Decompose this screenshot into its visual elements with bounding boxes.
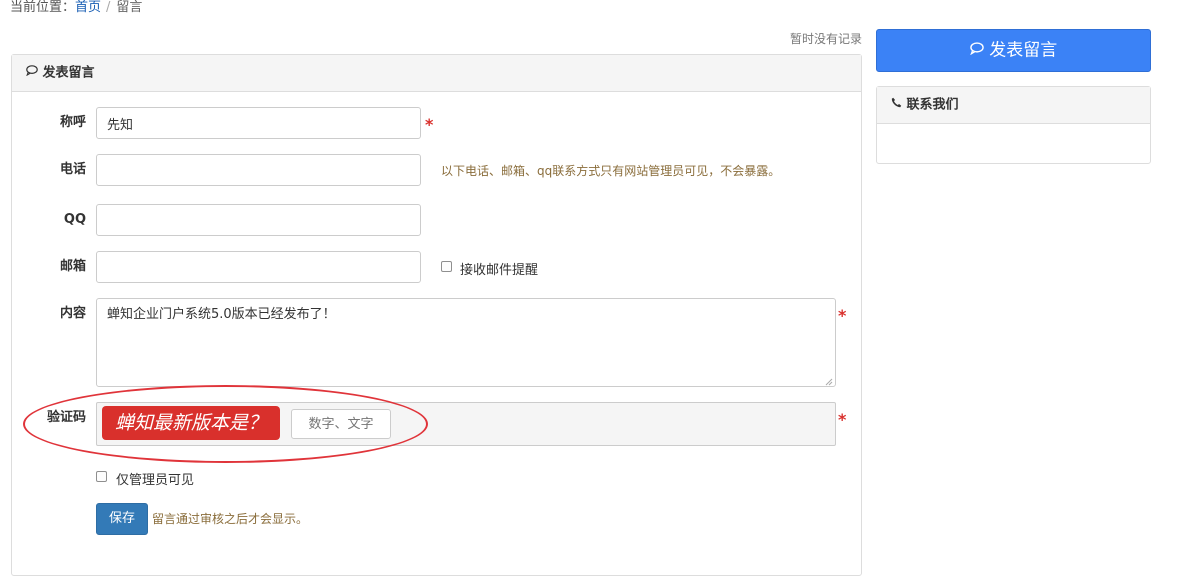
phone-icon <box>891 87 902 123</box>
empty-list-text: 暂时没有记录 <box>789 32 862 46</box>
post-message-label: 发表留言 <box>989 40 1058 61</box>
breadcrumb: 当前位置：首页 / 留言 <box>10 0 142 16</box>
content-required-mark: * <box>838 306 847 325</box>
email-input[interactable] <box>96 251 421 283</box>
name-required-mark: * <box>425 115 434 134</box>
comment-icon <box>969 30 984 71</box>
panel-title: 发表留言 <box>42 65 95 81</box>
admin-only-checkbox[interactable] <box>96 471 107 482</box>
name-input[interactable] <box>96 107 421 139</box>
qq-input[interactable] <box>96 204 421 236</box>
captcha-question: 蝉知最新版本是？ <box>102 406 281 440</box>
breadcrumb-separator: / <box>106 0 111 15</box>
name-label: 称呼 <box>59 115 86 130</box>
content-label: 内容 <box>59 306 86 321</box>
breadcrumb-prefix: 当前位置： <box>10 0 76 15</box>
resize-handle-icon[interactable] <box>824 375 833 390</box>
captcha-required-mark: * <box>838 410 847 429</box>
panel-heading: 发表留言 <box>12 55 861 92</box>
save-hint: 留言通过审核之后才会显示。 <box>152 512 309 526</box>
contact-panel-title: 联系我们 <box>906 97 959 113</box>
captcha-input[interactable] <box>291 409 391 439</box>
contact-panel: 联系我们 <box>876 86 1151 164</box>
phone-label: 电话 <box>59 162 86 177</box>
email-notify-label: 接收邮件提醒 <box>460 263 539 278</box>
breadcrumb-home-link[interactable]: 首页 <box>75 0 101 15</box>
email-notify-checkbox[interactable] <box>441 261 452 272</box>
content-textarea[interactable]: 蝉知企业门户系统5.0版本已经发布了！ <box>96 298 836 387</box>
post-message-button[interactable]: 发表留言 <box>876 29 1151 72</box>
phone-input[interactable] <box>96 154 421 186</box>
qq-label: QQ <box>63 212 86 227</box>
comment-icon <box>26 55 38 91</box>
privacy-hint: 以下电话、邮箱、qq联系方式只有网站管理员可见，不会暴露。 <box>441 164 781 178</box>
admin-only-label: 仅管理员可见 <box>116 473 195 488</box>
email-label: 邮箱 <box>59 259 86 274</box>
captcha-label: 验证码 <box>46 410 86 425</box>
contact-panel-heading: 联系我们 <box>877 87 1150 124</box>
breadcrumb-current: 留言 <box>116 0 143 15</box>
save-button[interactable]: 保存 <box>96 503 148 535</box>
